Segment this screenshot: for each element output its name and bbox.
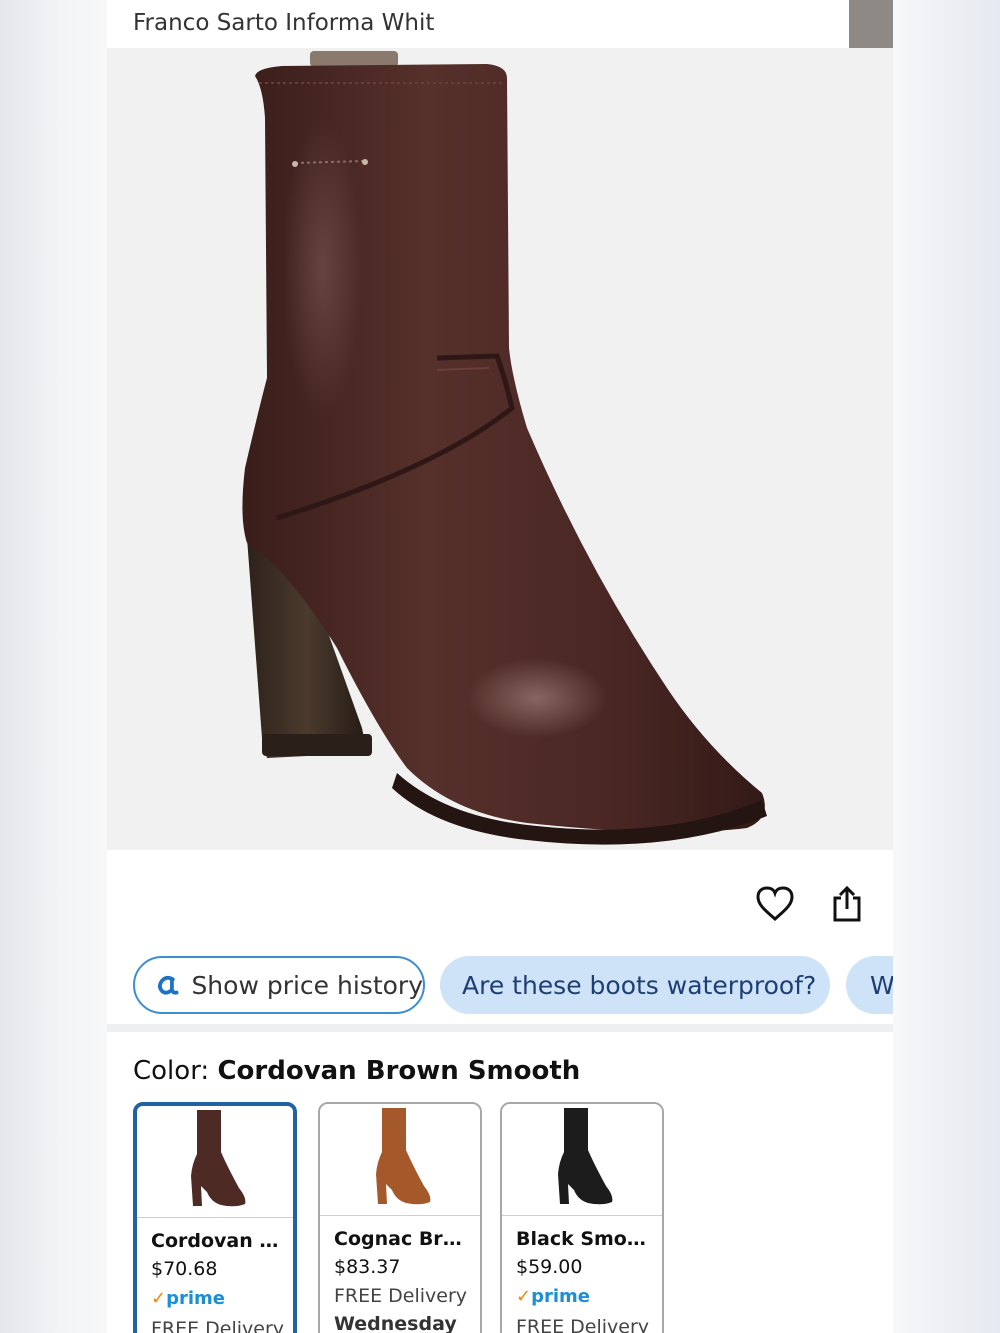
color-swatch-cordovan[interactable]: Cordovan B... $70.68 ✓prime FREE Deliver… bbox=[133, 1102, 297, 1333]
swatch-thumbnail bbox=[137, 1106, 293, 1218]
price-history-label: Show price history bbox=[191, 970, 423, 1000]
color-swatch-black[interactable]: Black Smooth $59.00 ✓prime FREE Delivery bbox=[500, 1102, 664, 1333]
swatch-delivery: FREE Delivery bbox=[151, 1318, 285, 1333]
question-chip[interactable]: Are these boots waterproof? bbox=[440, 956, 830, 1014]
price-history-chip[interactable]: Show price history bbox=[133, 956, 425, 1014]
swatch-delivery: FREE Delivery bbox=[516, 1316, 650, 1333]
next-question-chip-label: W bbox=[870, 970, 893, 1000]
heart-icon bbox=[756, 886, 794, 922]
question-chip-label: Are these boots waterproof? bbox=[462, 970, 817, 1000]
selected-color-name: Cordovan Brown Smooth bbox=[217, 1056, 581, 1086]
swatch-price: $83.37 bbox=[334, 1256, 401, 1278]
color-label-prefix: Color: bbox=[133, 1056, 210, 1086]
favorite-button[interactable] bbox=[755, 884, 795, 924]
section-divider bbox=[107, 1024, 893, 1032]
product-page: Franco Sarto Informa Whit Show price his… bbox=[107, 0, 893, 1333]
chip-row: Show price history Are these boots water… bbox=[107, 954, 893, 1018]
prime-check-icon: ✓ bbox=[516, 1286, 532, 1307]
swatch-name: Black Smooth bbox=[516, 1228, 656, 1250]
keepa-logo-icon bbox=[158, 975, 179, 995]
product-title: Franco Sarto Informa Whit bbox=[133, 10, 435, 36]
prime-badge: ✓prime bbox=[151, 1288, 225, 1309]
prime-check-icon: ✓ bbox=[151, 1288, 167, 1309]
boot-thumbnail-icon bbox=[558, 1108, 613, 1205]
share-button[interactable] bbox=[827, 884, 867, 924]
swatch-name: Cognac Bro... bbox=[334, 1228, 474, 1250]
prime-badge: ✓prime bbox=[516, 1286, 590, 1307]
title-bar: Franco Sarto Informa Whit bbox=[107, 0, 893, 48]
next-question-chip[interactable]: W bbox=[846, 956, 893, 1014]
prime-label: prime bbox=[166, 1288, 225, 1309]
swatch-delivery-day: Wednesday bbox=[334, 1313, 457, 1333]
product-image[interactable] bbox=[107, 48, 893, 850]
boot-thumbnail-icon bbox=[376, 1108, 431, 1205]
swatch-price: $70.68 bbox=[151, 1258, 218, 1280]
prime-label: prime bbox=[531, 1286, 590, 1307]
swatch-delivery: FREE Delivery bbox=[334, 1285, 468, 1307]
action-bar bbox=[107, 850, 893, 948]
swatch-name: Cordovan B... bbox=[151, 1230, 291, 1252]
swatch-thumbnail bbox=[320, 1104, 480, 1216]
boot-product-image bbox=[242, 51, 767, 845]
color-swatch-cognac[interactable]: Cognac Bro... $83.37 FREE Delivery Wedne… bbox=[318, 1102, 482, 1333]
share-icon bbox=[833, 885, 861, 922]
swatch-thumbnail bbox=[502, 1104, 662, 1216]
swatch-price: $59.00 bbox=[516, 1256, 583, 1278]
boot-thumbnail-icon bbox=[191, 1110, 246, 1207]
color-label: Color: Cordovan Brown Smooth bbox=[133, 1056, 580, 1086]
